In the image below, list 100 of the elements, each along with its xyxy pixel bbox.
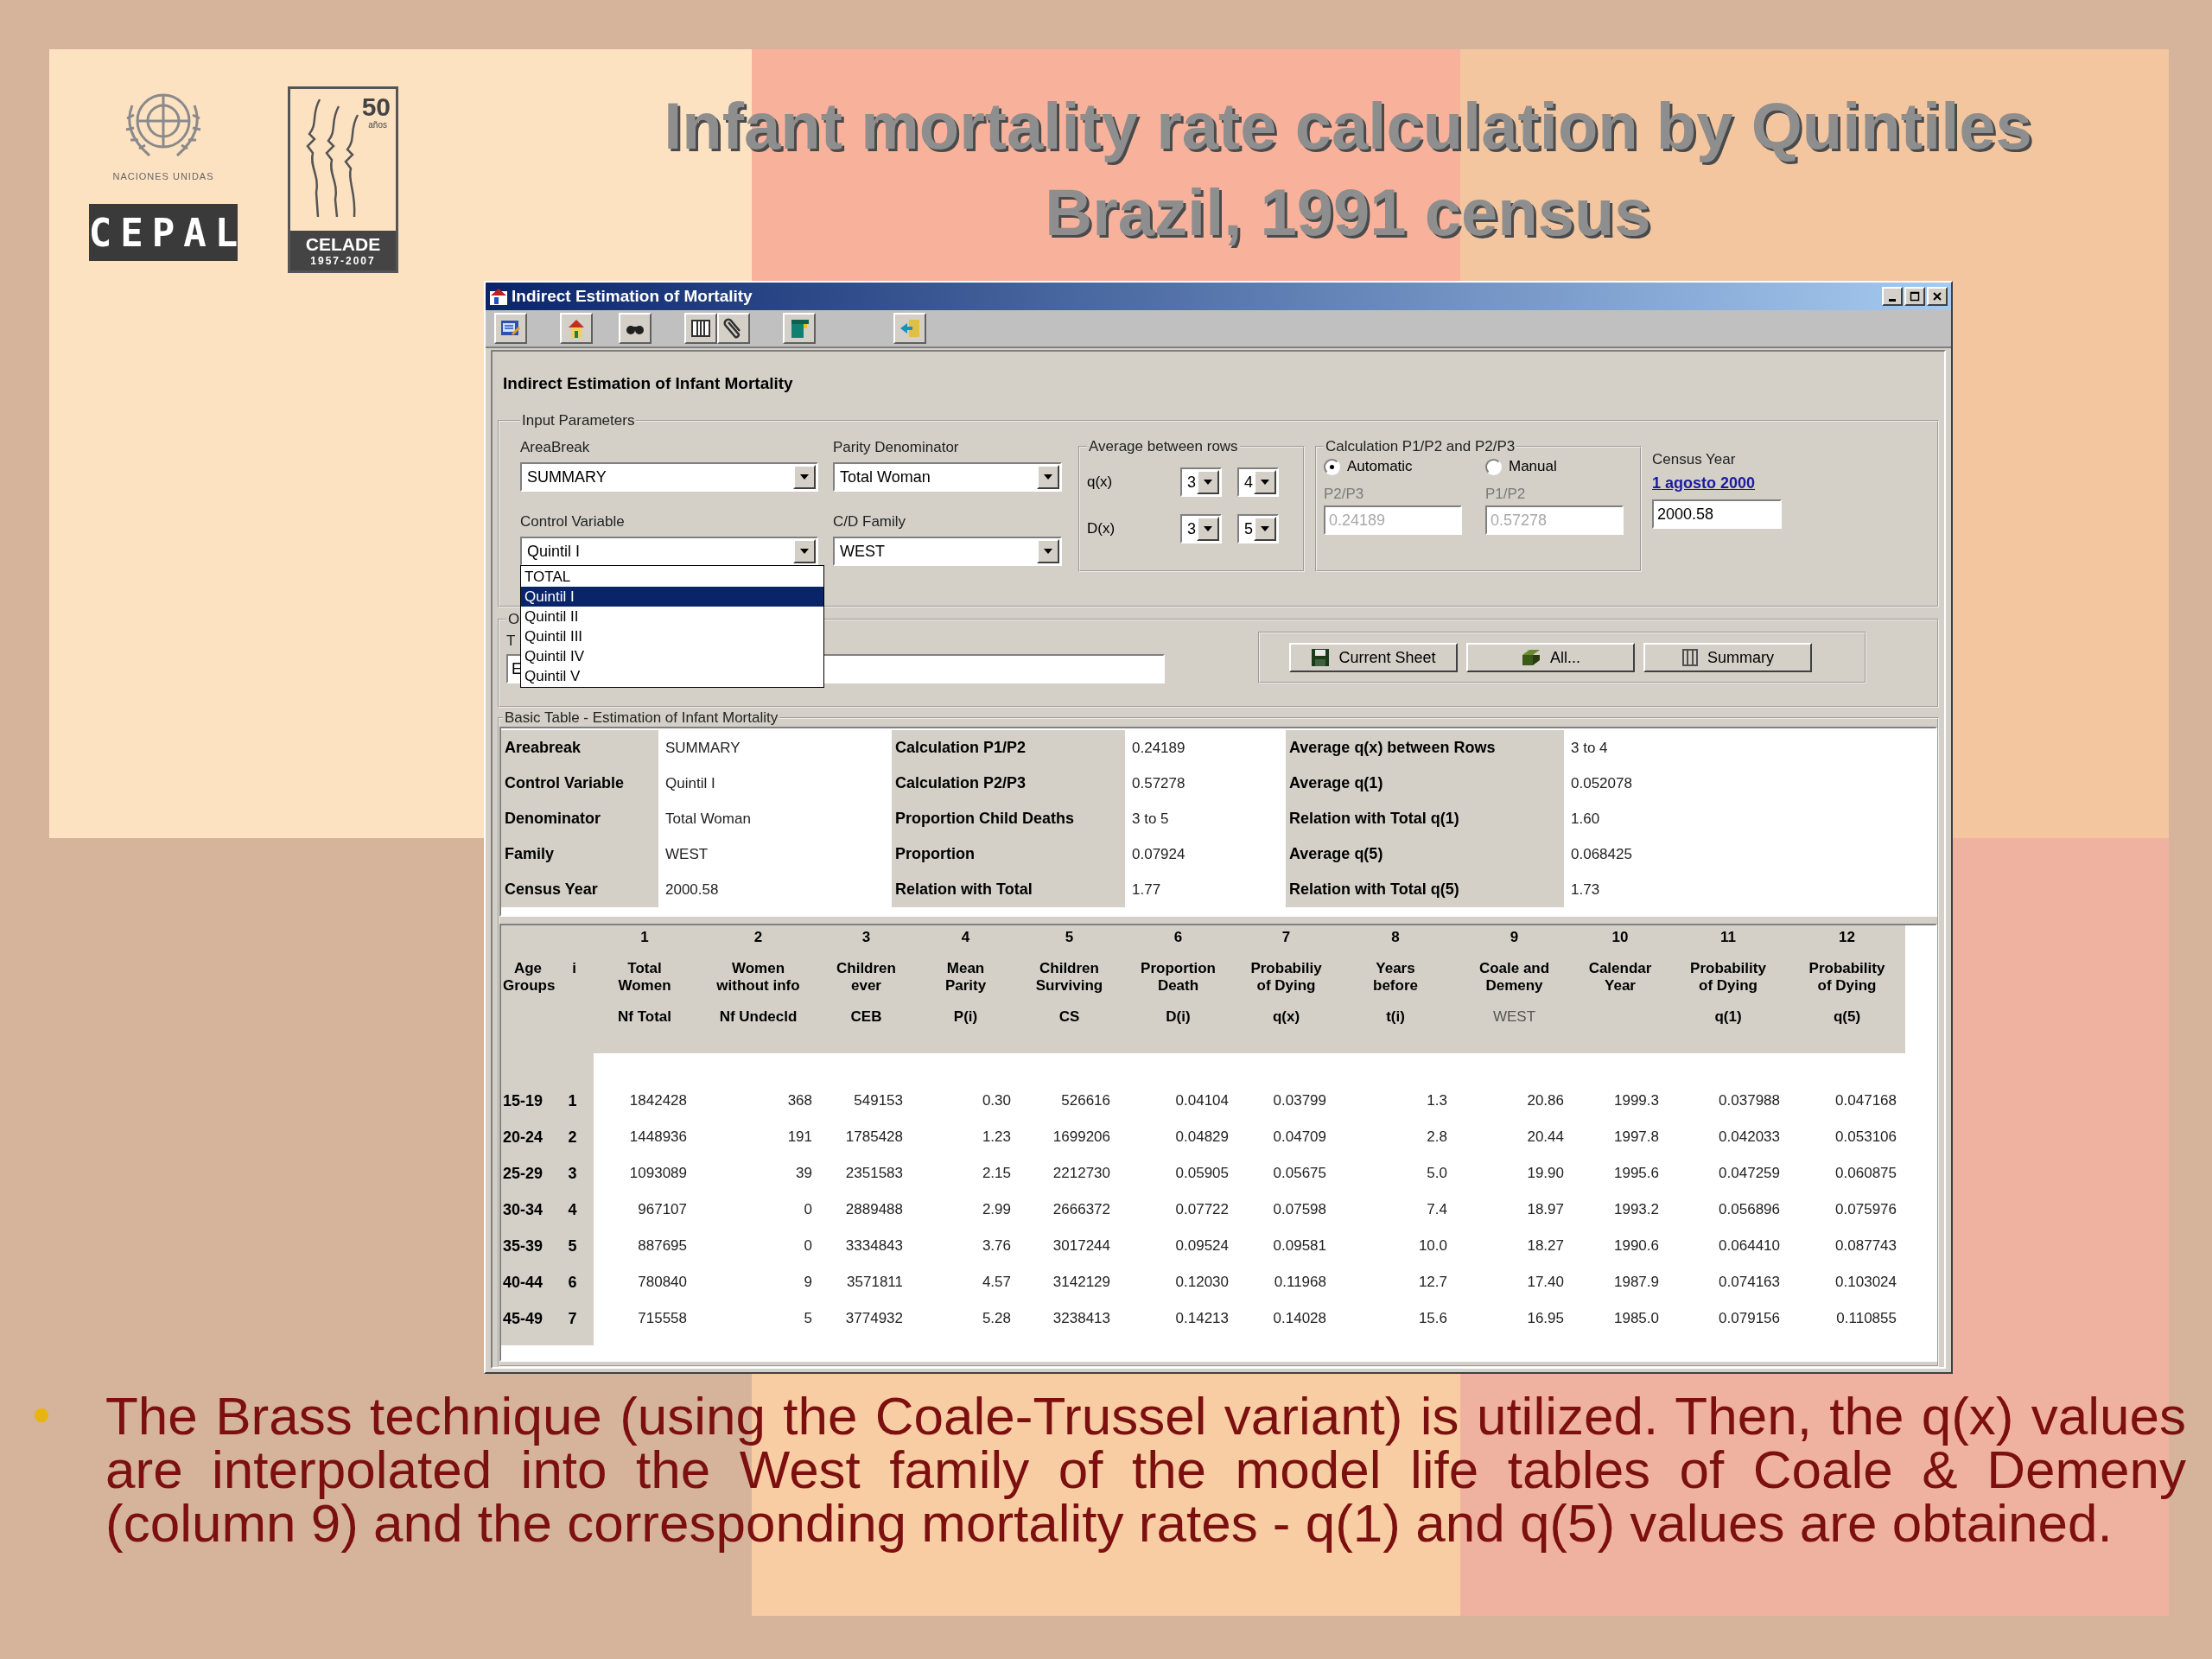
toolbar-button[interactable] (560, 313, 593, 344)
table-cell-text: 1985.0 (1613, 1309, 1660, 1328)
column-title-line: Groups (503, 977, 553, 995)
column-number: 2 (753, 929, 764, 947)
summary-value: 3 to 5 (1131, 809, 1170, 829)
summary-label: Calculation P2/P3 (892, 766, 1125, 801)
radio-option[interactable]: Automatic (1324, 455, 1471, 478)
table-cell: 0.037988 (1668, 1053, 1789, 1119)
table-cell-text: 0.060875 (1834, 1164, 1897, 1183)
column-code: D(i) (1165, 1008, 1192, 1026)
table-cell-text: 1987.9 (1613, 1273, 1660, 1292)
column-code: q(5) (1832, 1008, 1862, 1026)
summary-label: Areabreak (501, 730, 658, 766)
column-title-line: of Dying (1816, 977, 1878, 995)
table-cell-text: 0.042033 (1718, 1128, 1781, 1147)
dropdown-option[interactable]: Quintil III (521, 626, 823, 646)
table-cell-text: 5.0 (1426, 1164, 1448, 1183)
row-dropdown[interactable]: 3 (1180, 514, 1222, 543)
table-cell: 0.04104 (1119, 1053, 1237, 1119)
field-label: P2/P3 (1324, 485, 1365, 504)
table-cell-text: 3334843 (844, 1236, 904, 1255)
toolbar-button[interactable] (893, 313, 926, 344)
row-dropdown[interactable]: 3 (1180, 467, 1222, 497)
table-cell-text: 0.103024 (1834, 1273, 1897, 1292)
columns-icon (1681, 648, 1699, 667)
table-cell-text: 0.09524 (1174, 1236, 1230, 1255)
dropdown-option[interactable]: Quintil V (521, 666, 823, 686)
table-cell: 549153 (821, 1053, 912, 1119)
cube-icon (1521, 648, 1541, 667)
summary-label: Average q(5) (1286, 836, 1564, 872)
table-cell-text: 16.95 (1526, 1309, 1565, 1328)
table-cell-text: 1785428 (844, 1128, 904, 1147)
summary-value: SUMMARY (664, 738, 741, 758)
field-label: Parity Denominator (833, 438, 960, 457)
summary-label: Relation with Total q(1) (1286, 801, 1564, 836)
row-dropdown[interactable]: 5 (1237, 514, 1279, 543)
summary-value: 0.07924 (1131, 844, 1186, 864)
caret-icon (1044, 474, 1052, 480)
toolbar-button[interactable] (684, 313, 717, 344)
table-cell-text: 0.12030 (1174, 1273, 1230, 1292)
column-code: CEB (849, 1008, 883, 1026)
census-year-field[interactable]: 2000.58 (1652, 499, 1782, 529)
table-cell-text: 0.074163 (1718, 1273, 1781, 1292)
dropdown-option[interactable]: TOTAL (521, 567, 823, 587)
app-icon (489, 287, 508, 306)
column-number: 6 (1173, 929, 1184, 947)
row-dropdown[interactable]: 4 (1237, 467, 1279, 497)
row-label: 4 (555, 1192, 594, 1228)
caret-icon (800, 474, 809, 480)
table-cell-text: 7.4 (1426, 1200, 1448, 1219)
parity-dropdown[interactable]: Total Woman (833, 462, 1062, 492)
row-label: 15-19 (501, 1053, 555, 1119)
table-cell-text: 0.04829 (1174, 1128, 1230, 1147)
column-title-line: Probability (1808, 960, 1886, 977)
table-cell-text: 0.056896 (1718, 1200, 1781, 1219)
toolbar-button[interactable] (494, 313, 527, 344)
column-code: P(i) (952, 1008, 979, 1026)
field-label: Control Variable (520, 512, 626, 531)
column-number: 5 (1064, 929, 1075, 947)
census-date-link[interactable]: 1 agosto 2000 (1652, 474, 1790, 493)
maximize-button[interactable] (1904, 287, 1925, 306)
minimize-button[interactable] (1882, 287, 1903, 306)
action-button[interactable]: Summary (1643, 643, 1812, 672)
group-label: O (507, 611, 521, 628)
table-cell: 0.047168 (1789, 1053, 1905, 1119)
table-cell: 1093089 (594, 1155, 696, 1192)
table-cell-text: 0.047259 (1718, 1164, 1781, 1183)
row-label: 30-34 (501, 1192, 555, 1228)
table-cell-text: 10.0 (1417, 1236, 1448, 1255)
row-label: 35-39 (501, 1228, 555, 1264)
table-cell-text: 0.09581 (1272, 1236, 1327, 1255)
close-button[interactable] (1927, 287, 1948, 306)
table-cell-text: 0.11968 (1273, 1273, 1327, 1292)
toolbar-button[interactable] (717, 313, 750, 344)
dropdown-option[interactable]: Quintil II (521, 607, 823, 626)
field-label: D(x) (1087, 520, 1116, 537)
action-button[interactable]: All... (1466, 643, 1635, 672)
table-cell-text: 0.075976 (1834, 1200, 1897, 1219)
toolbar-button[interactable] (619, 313, 652, 344)
field-label: AreaBreak (520, 438, 591, 457)
action-button[interactable]: Current Sheet (1289, 643, 1458, 672)
table-cell-text: 19.90 (1526, 1164, 1565, 1183)
caret-icon (1044, 549, 1052, 554)
areabreak-dropdown[interactable]: SUMMARY (520, 462, 818, 492)
form-heading: Indirect Estimation of Infant Mortality (502, 373, 794, 394)
column-title-line: Age (512, 960, 543, 977)
table-cell-text: 9 (803, 1273, 813, 1292)
table-cell: 1842428 (594, 1053, 696, 1119)
column-code: q(1) (1713, 1008, 1743, 1026)
control-variable-dropdown[interactable]: Quintil I (520, 537, 818, 566)
dropdown-option[interactable]: Quintil I (521, 587, 823, 607)
table-cell: 20.86 (1456, 1053, 1573, 1119)
toolbar-button[interactable] (783, 313, 816, 344)
row-label: 7 (555, 1300, 594, 1345)
family-dropdown[interactable]: WEST (833, 537, 1062, 566)
summary-label: Average q(x) between Rows (1286, 730, 1564, 766)
table-cell-text: 3017244 (1052, 1236, 1111, 1255)
radio-option[interactable]: Manual (1485, 455, 1633, 478)
column-title-line: Coale and (1478, 960, 1551, 977)
summary-label: Relation with Total (892, 872, 1125, 907)
